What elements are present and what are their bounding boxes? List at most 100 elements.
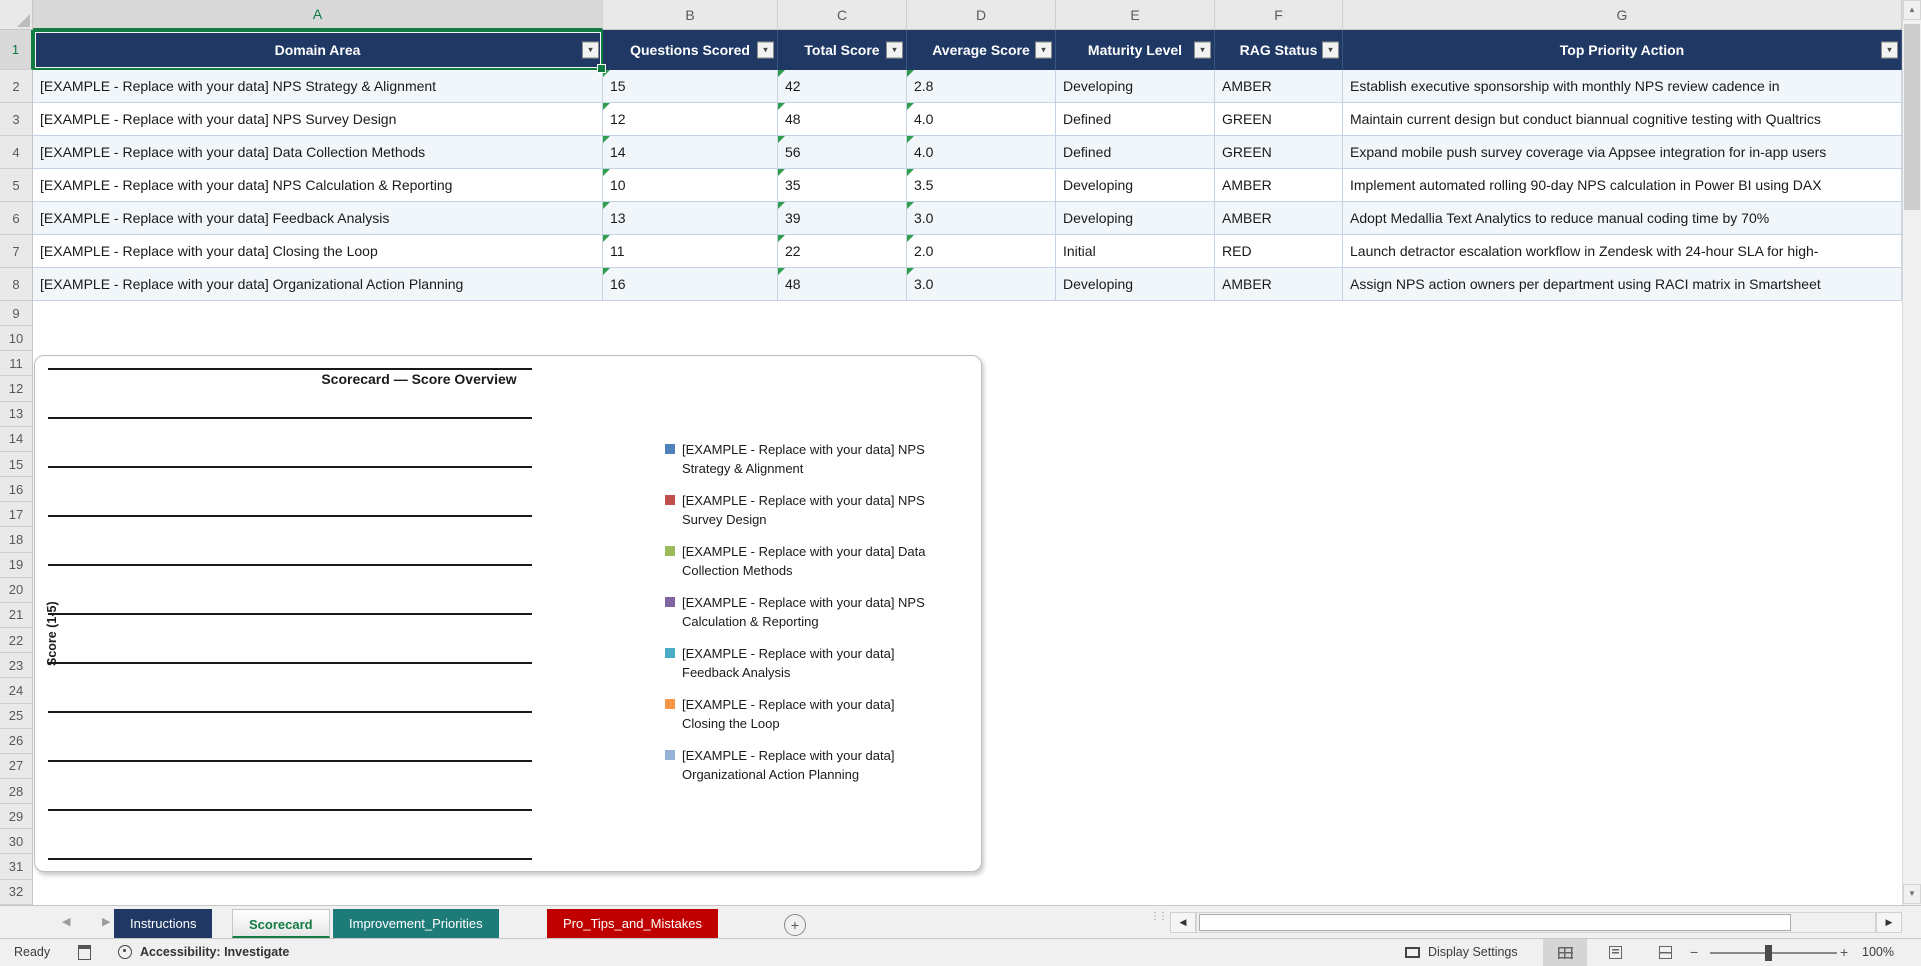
vertical-scroll-thumb[interactable] xyxy=(1904,24,1920,210)
cell-top-priority-action[interactable]: Establish executive sponsorship with mon… xyxy=(1343,70,1902,103)
row-header[interactable]: 2 xyxy=(0,70,32,103)
row-header[interactable]: 28 xyxy=(0,779,32,805)
row-header[interactable]: 11 xyxy=(0,351,32,377)
cell-questions-scored[interactable]: 14 xyxy=(603,136,778,169)
cell-domain-area[interactable]: [EXAMPLE - Replace with your data] NPS S… xyxy=(33,103,603,136)
cell-maturity-level[interactable]: Developing xyxy=(1056,169,1215,202)
cell-rag-status[interactable]: GREEN xyxy=(1215,103,1343,136)
cell-average-score[interactable]: 3.5 xyxy=(907,169,1056,202)
row-header[interactable]: 25 xyxy=(0,704,32,729)
column-header-C[interactable]: C xyxy=(778,0,907,30)
cell-rag-status[interactable]: AMBER xyxy=(1215,268,1343,301)
zoom-out-button[interactable]: − xyxy=(1690,944,1698,960)
cell-average-score[interactable]: 3.0 xyxy=(907,202,1056,235)
cell-questions-scored[interactable]: 15 xyxy=(603,70,778,103)
cell-questions-scored[interactable]: 16 xyxy=(603,268,778,301)
cell-total-score[interactable]: 22 xyxy=(778,235,907,268)
cell-average-score[interactable]: 4.0 xyxy=(907,136,1056,169)
column-header-F[interactable]: F xyxy=(1215,0,1343,30)
row-header[interactable]: 26 xyxy=(0,729,32,754)
cell-total-score[interactable]: 39 xyxy=(778,202,907,235)
cell-questions-scored[interactable]: 12 xyxy=(603,103,778,136)
tab-scroll-grip[interactable]: ⋮⋮ xyxy=(1150,912,1168,932)
column-header-A[interactable]: A xyxy=(33,0,603,30)
cell-maturity-level[interactable]: Developing xyxy=(1056,202,1215,235)
filter-dropdown-icon[interactable]: ▾ xyxy=(757,41,774,59)
vertical-scrollbar[interactable]: ▲ ▼ xyxy=(1902,0,1921,905)
cell-top-priority-action[interactable]: Adopt Medallia Text Analytics to reduce … xyxy=(1343,202,1902,235)
hscroll-left-icon[interactable]: ◀ xyxy=(1170,912,1196,933)
row-header[interactable]: 16 xyxy=(0,477,32,503)
cell-rag-status[interactable]: GREEN xyxy=(1215,136,1343,169)
cell-average-score[interactable]: 2.8 xyxy=(907,70,1056,103)
row-header[interactable]: 31 xyxy=(0,854,32,880)
row-header[interactable]: 10 xyxy=(0,326,32,352)
row-header[interactable]: 21 xyxy=(0,603,32,629)
cell-questions-scored[interactable]: 10 xyxy=(603,169,778,202)
row-header[interactable]: 27 xyxy=(0,754,32,779)
column-header-D[interactable]: D xyxy=(907,0,1056,30)
scorecard-chart[interactable]: Scorecard — Score Overview Score (1-5) [… xyxy=(34,355,982,872)
row-header[interactable]: 15 xyxy=(0,452,32,478)
header-cell-average-score[interactable]: Average Score ▾ xyxy=(907,30,1056,70)
zoom-slider[interactable] xyxy=(1710,945,1837,961)
zoom-level[interactable]: 100% xyxy=(1858,945,1894,959)
cell-questions-scored[interactable]: 13 xyxy=(603,202,778,235)
cell-rag-status[interactable]: AMBER xyxy=(1215,169,1343,202)
row-header[interactable]: 29 xyxy=(0,804,32,830)
cell-top-priority-action[interactable]: Implement automated rolling 90-day NPS c… xyxy=(1343,169,1902,202)
header-cell-domain-area[interactable]: Domain Area ▾ xyxy=(33,30,603,70)
row-header[interactable]: 8 xyxy=(0,268,32,301)
row-header[interactable]: 6 xyxy=(0,202,32,235)
cell-total-score[interactable]: 48 xyxy=(778,268,907,301)
cell-domain-area[interactable]: [EXAMPLE - Replace with your data] Data … xyxy=(33,136,603,169)
hscroll-right-icon[interactable]: ▶ xyxy=(1876,912,1902,933)
select-all-corner[interactable] xyxy=(0,0,33,30)
cell-total-score[interactable]: 56 xyxy=(778,136,907,169)
header-cell-questions-scored[interactable]: Questions Scored ▾ xyxy=(603,30,778,70)
header-cell-top-priority-action[interactable]: Top Priority Action ▾ xyxy=(1343,30,1902,70)
tab-scorecard[interactable]: Scorecard xyxy=(232,909,330,938)
header-cell-rag-status[interactable]: RAG Status ▾ xyxy=(1215,30,1343,70)
scroll-down-icon[interactable]: ▼ xyxy=(1903,884,1921,904)
cell-top-priority-action[interactable]: Maintain current design but conduct bian… xyxy=(1343,103,1902,136)
cell-top-priority-action[interactable]: Launch detractor escalation workflow in … xyxy=(1343,235,1902,268)
cell-rag-status[interactable]: AMBER xyxy=(1215,70,1343,103)
filter-dropdown-icon[interactable]: ▾ xyxy=(1322,41,1339,59)
cell-questions-scored[interactable]: 11 xyxy=(603,235,778,268)
cell-total-score[interactable]: 48 xyxy=(778,103,907,136)
new-sheet-button[interactable]: + xyxy=(784,914,806,936)
cell-domain-area[interactable]: [EXAMPLE - Replace with your data] Feedb… xyxy=(33,202,603,235)
horizontal-scrollbar[interactable] xyxy=(1196,912,1876,933)
cell-maturity-level[interactable]: Developing xyxy=(1056,268,1215,301)
tab-instructions[interactable]: Instructions xyxy=(114,909,213,938)
filter-dropdown-icon[interactable]: ▾ xyxy=(886,41,903,59)
cell-top-priority-action[interactable]: Assign NPS action owners per department … xyxy=(1343,268,1902,301)
row-header[interactable]: 7 xyxy=(0,235,32,268)
row-header[interactable]: 30 xyxy=(0,829,32,855)
row-header[interactable]: 24 xyxy=(0,678,32,704)
row-header[interactable]: 3 xyxy=(0,103,32,136)
zoom-slider-thumb[interactable] xyxy=(1765,945,1772,961)
row-header[interactable]: 32 xyxy=(0,880,32,905)
normal-view-button[interactable] xyxy=(1543,939,1587,966)
filter-dropdown-icon[interactable]: ▾ xyxy=(1194,41,1211,59)
row-header[interactable]: 19 xyxy=(0,553,32,578)
display-settings-button[interactable]: Display Settings xyxy=(1428,945,1518,959)
row-header[interactable]: 14 xyxy=(0,427,32,452)
cell-average-score[interactable]: 3.0 xyxy=(907,268,1056,301)
filter-dropdown-icon[interactable]: ▾ xyxy=(1035,41,1052,59)
row-header[interactable]: 20 xyxy=(0,578,32,603)
sheet-nav-left-icon[interactable]: ◀ xyxy=(62,915,70,928)
column-header-B[interactable]: B xyxy=(603,0,778,30)
row-header[interactable]: 17 xyxy=(0,502,32,528)
cell-domain-area[interactable]: [EXAMPLE - Replace with your data] Organ… xyxy=(33,268,603,301)
cell-maturity-level[interactable]: Defined xyxy=(1056,103,1215,136)
cell-domain-area[interactable]: [EXAMPLE - Replace with your data] NPS C… xyxy=(33,169,603,202)
cell-rag-status[interactable]: AMBER xyxy=(1215,202,1343,235)
scroll-up-icon[interactable]: ▲ xyxy=(1903,0,1921,20)
cell-domain-area[interactable]: [EXAMPLE - Replace with your data] NPS S… xyxy=(33,70,603,103)
tab-pro-tips-and-mistakes[interactable]: Pro_Tips_and_Mistakes xyxy=(547,909,718,938)
header-cell-total-score[interactable]: Total Score ▾ xyxy=(778,30,907,70)
column-header-E[interactable]: E xyxy=(1056,0,1215,30)
